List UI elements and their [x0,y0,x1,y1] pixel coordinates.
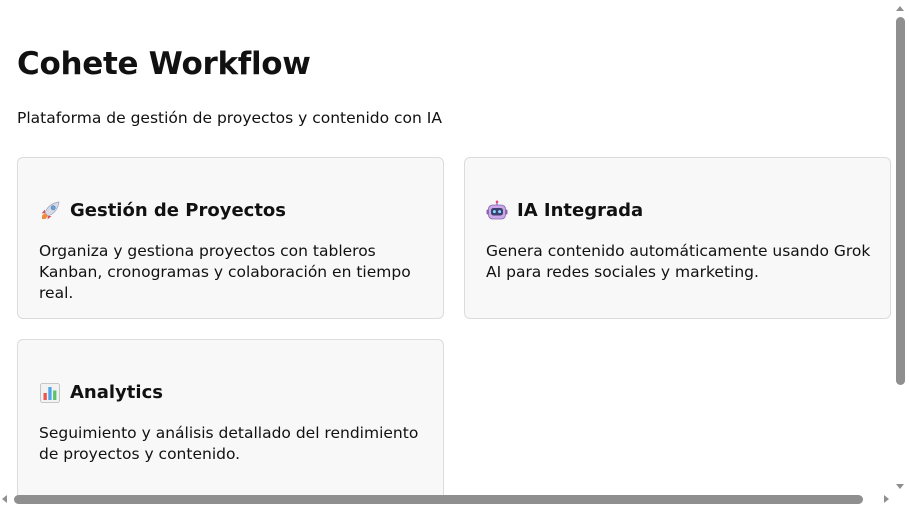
feature-description: Genera contenido automáticamente usando … [486,242,871,281]
scroll-right-arrow-icon[interactable] [884,495,889,503]
feature-title-text: Gestión de Proyectos [70,200,287,221]
bar-chart-icon [39,382,61,404]
scroll-up-arrow-icon[interactable] [896,6,904,11]
feature-card-ai: IA Integrada Genera contenido automática… [464,157,891,319]
robot-icon [486,200,508,222]
feature-title-text: Analytics [70,382,163,403]
feature-title-text: IA Integrada [517,200,644,221]
scroll-down-arrow-icon[interactable] [896,484,904,489]
feature-card-analytics: Analytics Seguimiento y análisis detalla… [17,339,444,501]
scroll-left-arrow-icon[interactable] [2,495,7,503]
feature-card-projects: Gestión de Proyectos Organiza y gestiona… [17,157,444,319]
horizontal-scroll-thumb[interactable] [14,495,863,504]
feature-title-projects: Gestión de Proyectos [39,198,286,224]
rocket-icon [39,200,61,222]
vertical-scrollbar[interactable] [892,0,909,508]
feature-description: Organiza y gestiona proyectos con tabler… [39,242,411,302]
page-title: Cohete Workflow [17,46,311,82]
page-viewport: Cohete Workflow Plataforma de gestión de… [0,0,909,508]
page-subtitle: Plataforma de gestión de proyectos y con… [17,109,442,127]
feature-title-ai: IA Integrada [486,198,643,224]
horizontal-scrollbar[interactable] [0,491,892,508]
feature-title-analytics: Analytics [39,380,163,406]
vertical-scroll-thumb[interactable] [896,17,905,385]
feature-description: Seguimiento y análisis detallado del ren… [39,424,419,463]
